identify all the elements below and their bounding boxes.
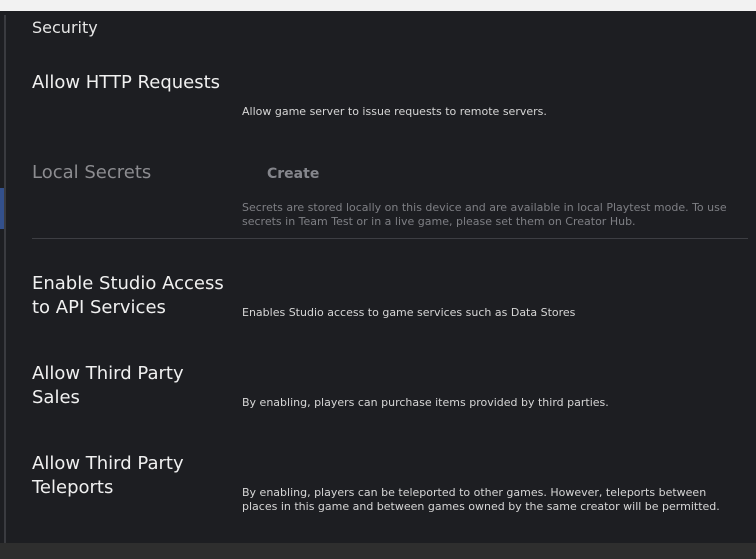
setting-description: By enabling, players can purchase items … <box>242 396 609 409</box>
setting-label: Local Secrets <box>32 162 152 183</box>
section-title: Security <box>32 18 98 37</box>
setting-description: Allow game server to issue requests to r… <box>242 105 547 118</box>
setting-label: Allow Third Party Teleports <box>32 453 184 498</box>
create-secret-button[interactable]: Create <box>267 166 319 182</box>
setting-description: Enables Studio access to game services s… <box>242 306 576 319</box>
setting-description: By enabling, players can be teleported t… <box>242 486 720 513</box>
bottom-strip <box>0 543 756 559</box>
setting-label: Allow Third Party Sales <box>32 363 184 408</box>
setting-description: Secrets are stored locally on this devic… <box>242 201 727 228</box>
rail-selection-indicator <box>0 188 4 229</box>
setting-label: Allow HTTP Requests <box>32 72 221 93</box>
top-strip <box>0 0 756 11</box>
section-divider <box>32 238 748 239</box>
left-rail <box>4 15 6 545</box>
security-settings-panel: Security Allow HTTP Requests Allow game … <box>0 11 756 545</box>
setting-label: Enable Studio Access to API Services <box>32 273 224 318</box>
